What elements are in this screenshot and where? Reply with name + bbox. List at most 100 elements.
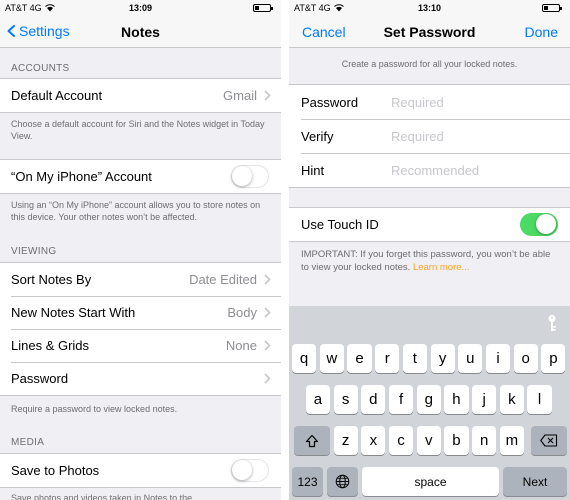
divider: [281, 0, 289, 500]
on-my-iphone-row: “On My iPhone” Account: [0, 160, 281, 193]
key-x[interactable]: x: [361, 426, 386, 455]
accounts-group: Default Account Gmail: [0, 78, 281, 113]
accounts-footer: Choose a default account for Siri and th…: [11, 119, 265, 141]
key-p[interactable]: p: [541, 344, 566, 373]
field-label: Password: [301, 94, 359, 110]
backspace-icon: [540, 434, 558, 447]
notes-settings-screen: AT&T 4G 13:09 Settings Notes ACCOUNTS De…: [0, 0, 281, 500]
key-m[interactable]: m: [499, 426, 524, 455]
row-label: “On My iPhone” Account: [11, 169, 152, 184]
save-to-photos-row: Save to Photos: [0, 454, 281, 487]
hint-input[interactable]: [391, 162, 541, 178]
section-header-media: MEDIA: [11, 437, 45, 448]
key-o[interactable]: o: [513, 344, 538, 373]
key-e[interactable]: e: [347, 344, 372, 373]
key-d[interactable]: d: [361, 385, 386, 414]
key-t[interactable]: t: [402, 344, 427, 373]
on-my-iphone-footer: Using an “On My iPhone” account allows y…: [11, 200, 261, 222]
status-bar: AT&T 4G 13:10: [289, 0, 570, 16]
new-notes-start-row[interactable]: New Notes Start With Body: [0, 296, 281, 329]
password-info-text: Create a password for all your locked no…: [341, 59, 518, 69]
row-value: Date Edited: [189, 272, 257, 287]
key-z[interactable]: z: [333, 426, 358, 455]
save-to-photos-toggle[interactable]: [231, 459, 269, 482]
key-v[interactable]: v: [416, 426, 441, 455]
battery-icon: [253, 4, 273, 12]
key-r[interactable]: r: [375, 344, 400, 373]
learn-more-link[interactable]: Learn more...: [413, 262, 470, 273]
chevron-right-icon: [264, 274, 271, 285]
touch-id-row: Use Touch ID: [289, 208, 570, 241]
next-key[interactable]: Next: [503, 467, 567, 496]
key-g[interactable]: g: [416, 385, 441, 414]
important-notice: IMPORTANT: If you forget this password, …: [301, 248, 560, 274]
set-password-screen: AT&T 4G 13:10 Cancel Set Password Done C…: [289, 0, 570, 500]
viewing-group: Sort Notes By Date Edited New Notes Star…: [0, 262, 281, 396]
password-row[interactable]: Password: [0, 362, 281, 395]
key-s[interactable]: s: [333, 385, 358, 414]
row-label: New Notes Start With: [11, 305, 136, 320]
nav-bar: Cancel Set Password Done: [289, 16, 570, 48]
chevron-right-icon: [264, 90, 271, 101]
row-label: Lines & Grids: [11, 338, 90, 353]
media-footer: Save photos and videos taken in Notes to…: [11, 493, 193, 500]
key-f[interactable]: f: [388, 385, 414, 414]
touch-id-toggle[interactable]: [520, 213, 558, 236]
status-time: 13:10: [417, 3, 442, 13]
default-account-row[interactable]: Default Account Gmail: [0, 79, 281, 112]
section-header-accounts: ACCOUNTS: [11, 63, 70, 74]
key-q[interactable]: q: [292, 344, 317, 373]
key-w[interactable]: w: [319, 344, 344, 373]
globe-icon: [335, 474, 350, 489]
key-icon[interactable]: [546, 314, 558, 332]
key-l[interactable]: l: [527, 385, 552, 414]
status-bar: AT&T 4G 13:09: [0, 0, 281, 16]
done-button[interactable]: Done: [525, 24, 558, 40]
verify-input[interactable]: [391, 128, 541, 144]
row-label: Save to Photos: [11, 463, 100, 478]
media-group: Save to Photos: [0, 453, 281, 488]
touch-id-group: Use Touch ID: [289, 207, 570, 242]
hint-field-row: Hint: [289, 153, 570, 187]
key-a[interactable]: a: [305, 385, 331, 414]
keyboard: qwertyuiop asdfghjkl zxcvbnm 123 space N…: [289, 306, 570, 500]
row-label: Password: [11, 371, 69, 386]
key-j[interactable]: j: [472, 385, 497, 414]
on-my-iphone-toggle[interactable]: [231, 165, 269, 188]
key-k[interactable]: k: [499, 385, 524, 414]
chevron-right-icon: [264, 307, 271, 318]
status-time: 13:09: [128, 3, 153, 13]
key-y[interactable]: y: [430, 344, 455, 373]
key-c[interactable]: c: [388, 426, 414, 455]
sort-notes-row[interactable]: Sort Notes By Date Edited: [0, 263, 281, 296]
chevron-right-icon: [264, 373, 271, 384]
section-header-viewing: VIEWING: [11, 246, 57, 257]
viewing-footer: Require a password to view locked notes.: [11, 404, 178, 414]
on-my-iphone-group: “On My iPhone” Account: [0, 159, 281, 194]
delete-key[interactable]: [531, 426, 567, 455]
nav-bar: Settings Notes: [0, 16, 281, 48]
row-label: Sort Notes By: [11, 272, 92, 287]
row-value: Body: [227, 305, 257, 320]
key-b[interactable]: b: [444, 426, 469, 455]
password-field-row: Password: [289, 85, 570, 119]
shift-arrow-icon: [305, 434, 319, 447]
key-i[interactable]: i: [485, 344, 511, 373]
row-label: Use Touch ID: [301, 217, 379, 232]
key-n[interactable]: n: [472, 426, 497, 455]
row-value: Gmail: [223, 88, 257, 103]
space-key[interactable]: space: [362, 467, 499, 496]
key-h[interactable]: h: [444, 385, 469, 414]
field-label: Verify: [301, 128, 334, 144]
page-title: Notes: [121, 24, 160, 40]
row-label: Default Account: [11, 88, 103, 103]
numbers-key[interactable]: 123: [292, 467, 323, 496]
shift-key[interactable]: [294, 426, 330, 455]
password-fields-group: Password Verify Hint: [289, 84, 570, 188]
verify-field-row: Verify: [289, 119, 570, 153]
key-u[interactable]: u: [458, 344, 483, 373]
chevron-right-icon: [264, 340, 271, 351]
globe-key[interactable]: [327, 467, 358, 496]
password-input[interactable]: [391, 94, 541, 110]
lines-grids-row[interactable]: Lines & Grids None: [0, 329, 281, 362]
